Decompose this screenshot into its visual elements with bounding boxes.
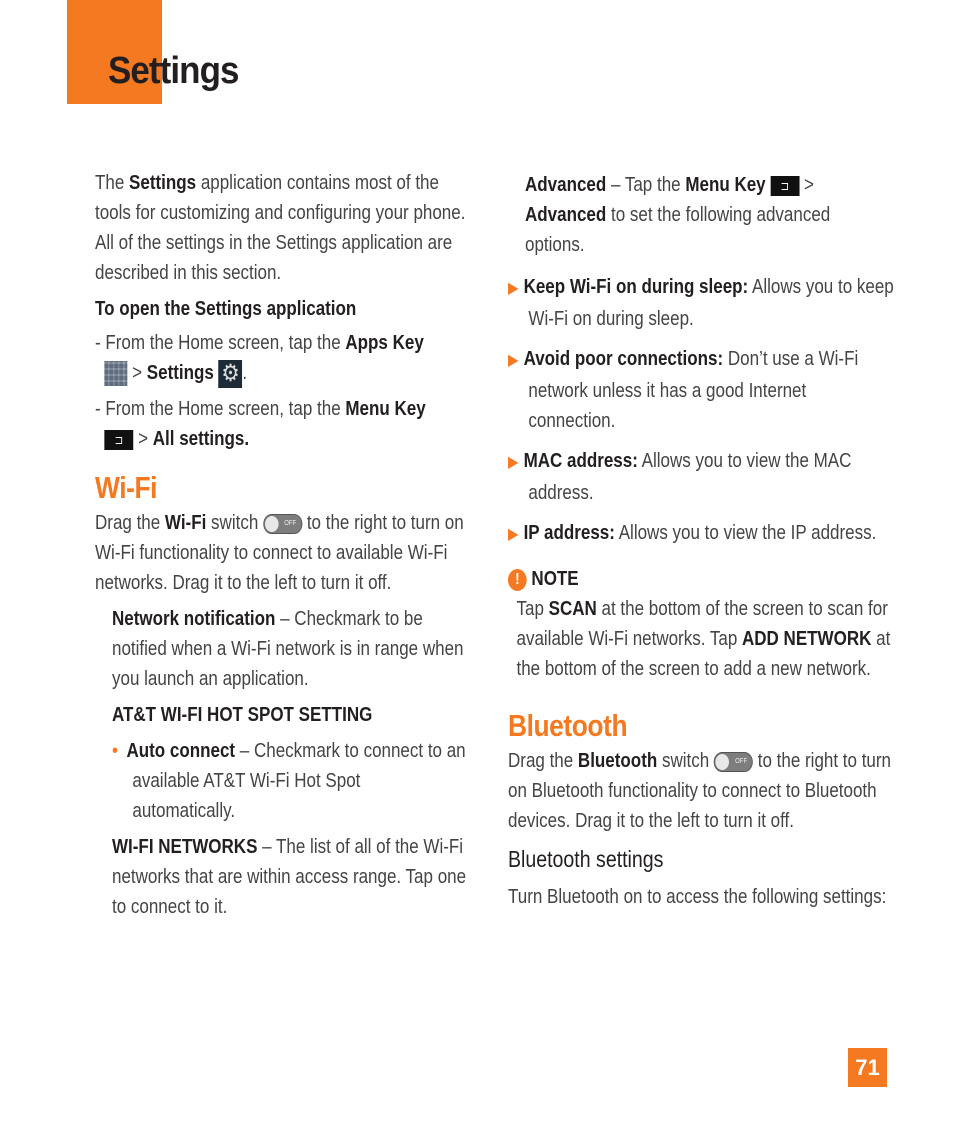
page-title: Settings — [108, 50, 239, 92]
open-settings-heading: To open the Settings application — [95, 298, 357, 320]
wifi-drag-paragraph: Drag the Wi-Fi switch OFF to the right t… — [95, 512, 464, 594]
right-column: Advanced – Tap the Menu Key ⊐ > Advanced… — [508, 170, 894, 912]
bluetooth-settings-text: Turn Bluetooth on to access the followin… — [508, 886, 887, 908]
bluetooth-heading: Bluetooth — [508, 708, 628, 743]
advanced-item: ▶ Avoid poor connections: Don’t use a Wi-… — [508, 348, 859, 432]
intro-paragraph: The Settings application contains most o… — [95, 172, 466, 284]
warning-icon: ! — [508, 568, 527, 591]
wifi-networks-item: WI-FI NETWORKS – The list of all of the … — [112, 836, 467, 918]
auto-connect-item: • Auto connect – Checkmark to connect to … — [112, 740, 466, 822]
menu-key-icon: ⊐ — [770, 175, 800, 196]
advanced-item: ▶ IP address: Allows you to view the IP a… — [508, 522, 877, 544]
bluetooth-drag-paragraph: Drag the Bluetooth switch OFF to the rig… — [508, 750, 892, 832]
advanced-item: ▶ MAC address: Allows you to view the MAC… — [508, 450, 852, 504]
hotspot-heading: AT&T WI-FI HOT SPOT SETTING — [112, 704, 373, 726]
triangle-bullet-icon: ▶ — [508, 526, 519, 543]
settings-gear-icon: ⚙ — [218, 359, 243, 388]
note-heading: ! NOTE — [508, 564, 894, 594]
advanced-item: ▶ Keep Wi-Fi on during sleep: Allows you … — [508, 276, 894, 330]
wifi-heading: Wi-Fi — [95, 470, 158, 505]
wifi-switch-icon: OFF — [263, 513, 303, 534]
note-text: Tap SCAN at the bottom of the screen to … — [516, 598, 891, 680]
bluetooth-switch-icon: OFF — [713, 751, 754, 772]
step-apps-key: - From the Home screen, tap the Apps Key… — [95, 332, 424, 388]
bluetooth-settings-heading: Bluetooth settings — [508, 846, 664, 872]
menu-key-icon: ⊐ — [104, 429, 134, 450]
apps-key-icon — [104, 361, 128, 387]
page-number: 71 — [848, 1048, 887, 1087]
step-menu-key: - From the Home screen, tap the Menu Key… — [95, 398, 426, 450]
network-notification: Network notification – Checkmark to be n… — [112, 608, 464, 690]
triangle-bullet-icon: ▶ — [508, 280, 519, 297]
triangle-bullet-icon: ▶ — [508, 454, 519, 471]
triangle-bullet-icon: ▶ — [508, 352, 519, 369]
bullet-icon: • — [112, 740, 118, 762]
left-column: The Settings application contains most o… — [95, 168, 467, 922]
advanced-paragraph: Advanced – Tap the Menu Key ⊐ > Advanced… — [525, 174, 831, 256]
